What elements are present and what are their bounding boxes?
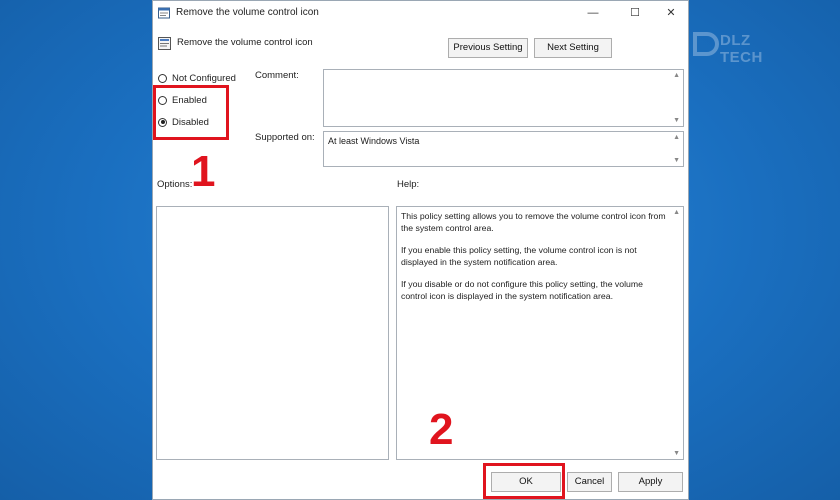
- radio-not-configured[interactable]: Not Configured: [158, 71, 236, 85]
- supported-on-field: At least Windows Vista ▲ ▼: [323, 131, 684, 167]
- previous-setting-label: Previous Setting: [453, 42, 523, 53]
- close-button[interactable]: ✕: [657, 3, 685, 23]
- scroll-up-icon[interactable]: ▲: [673, 72, 680, 79]
- policy-name: Remove the volume control icon: [177, 37, 313, 48]
- maximize-button[interactable]: ☐: [621, 3, 649, 23]
- policy-setting-icon: [158, 37, 171, 50]
- scroll-down-icon[interactable]: ▼: [673, 157, 680, 164]
- options-label: Options:: [157, 179, 193, 190]
- cancel-label: Cancel: [574, 476, 605, 487]
- help-text: This policy setting allows you to remove…: [401, 211, 669, 313]
- apply-label: Apply: [638, 476, 663, 487]
- watermark-logo: DLZ TECH: [690, 26, 798, 66]
- comment-field[interactable]: ▲ ▼: [323, 69, 684, 127]
- next-setting-button[interactable]: Next Setting: [534, 38, 612, 58]
- minimize-button[interactable]: —: [579, 3, 607, 23]
- previous-setting-button[interactable]: Previous Setting: [448, 38, 528, 58]
- highlight-box-ok: [483, 463, 565, 499]
- scroll-up-icon[interactable]: ▲: [673, 209, 680, 216]
- comment-label: Comment:: [255, 70, 299, 81]
- radio-circle-icon: [158, 73, 167, 83]
- supported-on-value: At least Windows Vista: [328, 136, 420, 146]
- window-title: Remove the volume control icon: [176, 7, 319, 18]
- help-paragraph: This policy setting allows you to remove…: [401, 211, 666, 233]
- radio-not-configured-label: Not Configured: [172, 72, 236, 84]
- title-bar: Remove the volume control icon — ☐ ✕: [153, 1, 688, 26]
- scroll-down-icon[interactable]: ▼: [673, 117, 680, 124]
- cancel-button[interactable]: Cancel: [567, 472, 612, 492]
- step-2-marker: 2: [429, 405, 454, 454]
- scroll-up-icon[interactable]: ▲: [673, 134, 680, 141]
- scroll-down-icon[interactable]: ▼: [673, 450, 680, 457]
- apply-button[interactable]: Apply: [618, 472, 683, 492]
- step-1-marker: 1: [191, 147, 216, 196]
- supported-on-label: Supported on:: [255, 132, 315, 143]
- help-paragraph: If you disable or do not configure this …: [401, 279, 643, 301]
- next-setting-label: Next Setting: [547, 42, 599, 53]
- help-label: Help:: [397, 179, 420, 190]
- policy-dialog: Remove the volume control icon — ☐ ✕ Rem…: [152, 0, 689, 500]
- help-paragraph: If you enable this policy setting, the v…: [401, 245, 637, 267]
- watermark-text: DLZ TECH: [720, 32, 763, 66]
- policy-window-icon: [158, 7, 170, 19]
- options-panel: [156, 206, 389, 460]
- highlight-box-options: [153, 85, 229, 140]
